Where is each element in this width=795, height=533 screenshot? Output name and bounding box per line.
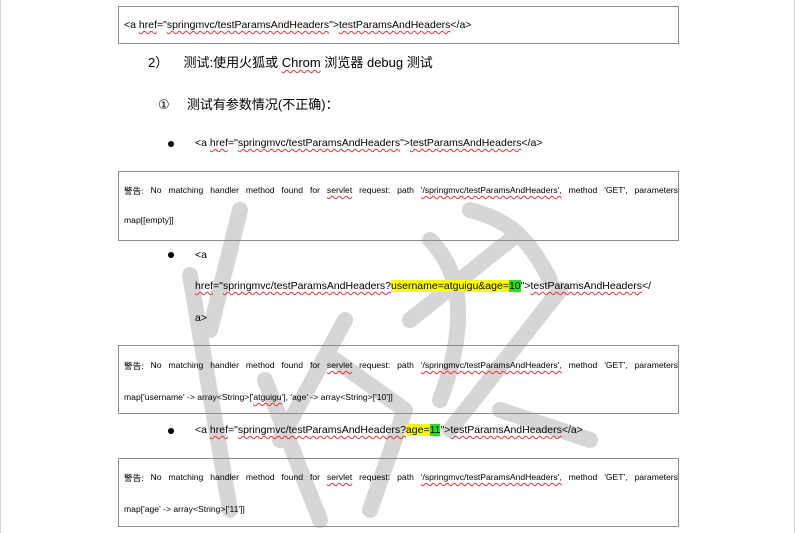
bullet-dot: [168, 428, 174, 434]
heading-number: 2）: [148, 55, 169, 70]
param-highlight: username=atguigu&age=: [391, 280, 509, 292]
code-line: <a href="springmvc/testParamsAndHeaders"…: [124, 19, 472, 31]
bullet-item-2-line-2: href="springmvc/testParamsAndHeaders?use…: [195, 280, 652, 292]
bullet-item-1: <a href="springmvc/testParamsAndHeaders"…: [195, 137, 543, 149]
warning-line-1: 警告: No matching handler method found for…: [124, 185, 678, 196]
page-edge-left: [0, 0, 1, 533]
warning-line-1: 警告: No matching handler method found for…: [124, 360, 678, 371]
value-highlight: 10: [508, 280, 521, 292]
warning-box-1: 警告: No matching handler method found for…: [118, 171, 679, 241]
bullet-item-3: <a href="springmvc/testParamsAndHeaders?…: [195, 424, 583, 436]
bullet-dot: [168, 252, 174, 258]
circled-number: ①: [158, 97, 170, 112]
code-box-1: <a href="springmvc/testParamsAndHeaders"…: [118, 6, 679, 44]
value-highlight: 11: [429, 424, 441, 436]
bullet-item-2-line-3: a>: [195, 312, 207, 324]
warning-line-2: map['username' -> array<String>['atguigu…: [124, 392, 393, 402]
param-highlight: age=: [405, 424, 430, 436]
warning-line-2: map[[empty]]: [124, 215, 174, 225]
bullet-item-2-line-1: <a: [195, 249, 207, 261]
warning-box-2: 警告: No matching handler method found for…: [118, 345, 679, 414]
section-heading: 2） 测试:使用火狐或 Chrom 浏览器 debug 测试: [148, 55, 433, 70]
warning-box-3: 警告: No matching handler method found for…: [118, 458, 679, 527]
warning-line-2: map['age' -> array<String>['11']]: [124, 504, 245, 514]
subsection-heading: ① 测试有参数情况(不正确)：: [158, 97, 339, 112]
warning-line-1: 警告: No matching handler method found for…: [124, 472, 678, 483]
bullet-dot: [168, 141, 174, 147]
